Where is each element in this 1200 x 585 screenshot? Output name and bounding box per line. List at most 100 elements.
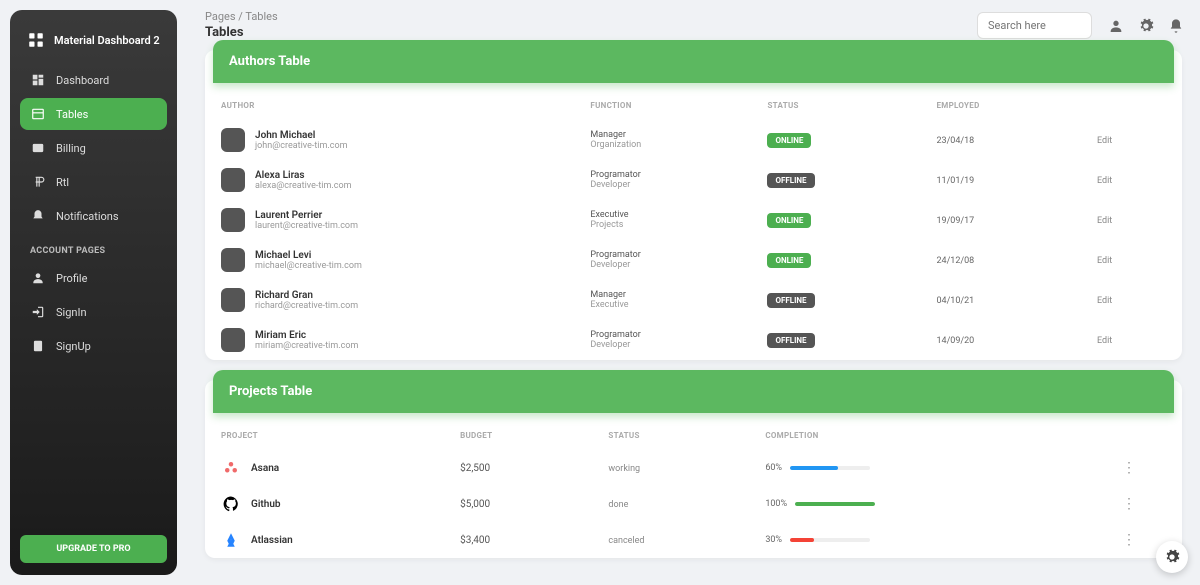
sidebar-item-label: Tables [56,108,88,121]
settings-fab[interactable] [1156,541,1188,573]
table-row: John Michaeljohn@creative-tim.comManager… [205,120,1182,160]
upgrade-button[interactable]: UPGRADE TO PRO [20,535,167,563]
sidebar-item-label: Rtl [56,176,69,189]
employed-date: 19/09/17 [936,216,974,226]
sidebar-item-label: Dashboard [56,74,109,87]
author-email: alexa@creative-tim.com [255,181,351,191]
more-icon[interactable]: ⋮ [1076,486,1182,522]
status-badge: OFFLINE [767,333,814,348]
author-email: laurent@creative-tim.com [255,221,358,231]
github-icon [221,494,241,514]
signup-icon [30,338,46,354]
sidebar-item-rtl[interactable]: Rtl [20,166,167,198]
sidebar-item-label: Profile [56,272,87,285]
authors-table: AUTHORFUNCTIONSTATUSEMPLOYED John Michae… [205,91,1182,360]
topbar: Pages / Tables Tables [205,10,1182,40]
project-status: canceled [608,536,644,546]
completion-pct: 30% [765,535,782,545]
edit-link[interactable]: Edit [1097,176,1112,186]
sidebar-item-signup[interactable]: SignUp [20,330,167,362]
edit-link[interactable]: Edit [1097,136,1112,146]
author-cell: Alexa Lirasalexa@creative-tim.com [221,168,558,192]
column-header: FUNCTION [574,91,751,120]
project-cell: Asana [221,458,428,478]
project-cell: Github [221,494,428,514]
function-title: Programator [590,250,735,260]
progress-bar [790,538,870,542]
author-name: Richard Gran [255,290,358,301]
edit-link[interactable]: Edit [1097,296,1112,306]
column-header: STATUS [751,91,920,120]
sidebar-item-dashboard[interactable]: Dashboard [20,64,167,96]
author-cell: Laurent Perrierlaurent@creative-tim.com [221,208,558,232]
author-cell: John Michaeljohn@creative-tim.com [221,128,558,152]
breadcrumb-current: Tables [245,10,277,23]
breadcrumb: Pages / Tables [205,10,278,23]
project-status: working [608,464,640,474]
more-icon[interactable]: ⋮ [1076,450,1182,486]
bell-icon[interactable] [1168,18,1182,32]
author-email: miriam@creative-tim.com [255,341,358,351]
breadcrumb-block: Pages / Tables Tables [205,10,278,40]
breadcrumb-root[interactable]: Pages [205,10,236,23]
author-name: Alexa Liras [255,170,351,181]
authors-card: Authors Table AUTHORFUNCTIONSTATUSEMPLOY… [205,50,1182,360]
column-header: STATUS [592,421,749,450]
table-row: Miriam Ericmiriam@creative-tim.com Progra… [205,320,1182,360]
author-cell: Richard Granrichard@creative-tim.com [221,288,558,312]
employed-date: 23/04/18 [936,136,974,146]
column-header: BUDGET [444,421,592,450]
status-badge: ONLINE [767,133,811,148]
column-header [1076,421,1182,450]
table-icon [30,106,46,122]
bell-icon [30,208,46,224]
budget: $2,500 [460,463,490,474]
sidebar-item-tables[interactable]: Tables [20,98,167,130]
sidebar-item-profile[interactable]: Profile [20,262,167,294]
gear-icon[interactable] [1138,18,1152,32]
dashboard-icon [30,72,46,88]
author-name: John Michael [255,130,347,141]
project-status: done [608,500,628,510]
function-title: Executive [590,210,735,220]
table-row: Laurent Perrierlaurent@creative-tim.com E… [205,200,1182,240]
function-sub: Organization [590,140,735,150]
search-input[interactable] [977,12,1092,39]
edit-link[interactable]: Edit [1097,216,1112,226]
sidebar: Material Dashboard 2 DashboardTablesBill… [10,10,177,575]
function-title: Programator [590,330,735,340]
completion: 60% [765,463,1060,473]
author-name: Michael Levi [255,250,362,261]
author-cell: Miriam Ericmiriam@creative-tim.com [221,328,558,352]
function-title: Manager [590,290,735,300]
completion-pct: 100% [765,499,787,509]
employed-date: 14/09/20 [936,336,974,346]
function-sub: Developer [590,260,735,270]
function-sub: Developer [590,180,735,190]
author-email: john@creative-tim.com [255,141,347,151]
avatar [221,288,245,312]
column-header: PROJECT [205,421,444,450]
brand-icon [26,30,46,50]
sidebar-item-billing[interactable]: Billing [20,132,167,164]
employed-date: 04/10/21 [936,296,974,306]
budget: $5,000 [460,499,490,510]
column-header: AUTHOR [205,91,574,120]
employed-date: 11/01/19 [936,176,974,186]
sidebar-item-notifications[interactable]: Notifications [20,200,167,232]
account-icon[interactable] [1108,18,1122,32]
nav-main: Dashboard Tables Billing Rtl Notifications [20,64,167,232]
status-badge: OFFLINE [767,173,814,188]
project-name: Github [251,499,281,510]
edit-link[interactable]: Edit [1097,256,1112,266]
project-cell: Atlassian [221,530,428,550]
sidebar-item-signin[interactable]: SignIn [20,296,167,328]
author-email: michael@creative-tim.com [255,261,362,271]
sidebar-item-label: SignUp [56,340,91,353]
person-icon [30,270,46,286]
column-header: EMPLOYED [920,91,1081,120]
project-name: Atlassian [251,535,293,546]
function-sub: Executive [590,300,735,310]
asana-icon [221,458,241,478]
edit-link[interactable]: Edit [1097,336,1112,346]
